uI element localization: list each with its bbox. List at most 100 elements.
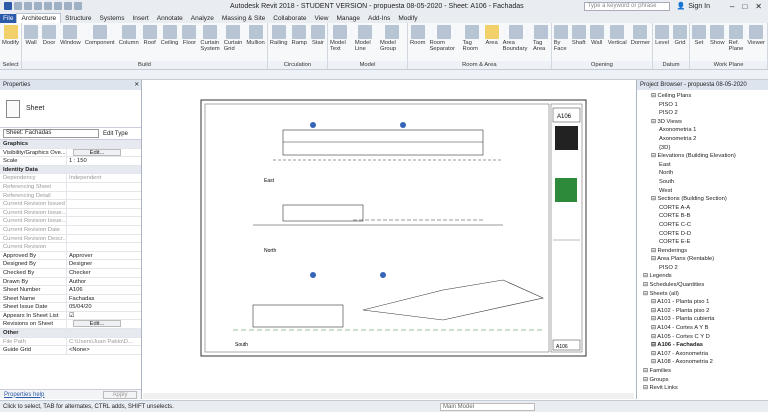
tree-item[interactable]: PISO 2 <box>637 264 768 273</box>
tree-item[interactable]: ⊟ Groups <box>637 376 768 385</box>
build-ceiling-button[interactable]: Ceiling <box>159 23 181 61</box>
active-model-select[interactable]: Main Model <box>440 403 535 411</box>
room-room-button[interactable]: Room <box>408 23 427 61</box>
tree-item[interactable]: ⊟ A104 - Cortes A Y B <box>637 324 768 333</box>
tab-collaborate[interactable]: Collaborate <box>269 14 310 23</box>
opening-shaft-button[interactable]: Shaft <box>570 23 588 61</box>
tree-item[interactable]: ⊟ Renderings <box>637 247 768 256</box>
datum-grid-button[interactable]: Grid <box>671 23 689 61</box>
build-wall-button[interactable]: Wall <box>22 23 40 61</box>
workplane-show-button[interactable]: Show <box>708 23 727 61</box>
user-icon[interactable]: 👤 <box>676 2 685 10</box>
tree-item[interactable]: ⊟ 3D Views <box>637 118 768 127</box>
close-button[interactable]: ✕ <box>755 2 762 11</box>
tab-file[interactable]: File <box>0 14 17 23</box>
tree-item[interactable]: ⊟ Revit Links <box>637 384 768 393</box>
tab-insert[interactable]: Insert <box>128 14 152 23</box>
room-area-button[interactable]: Area <box>483 23 501 61</box>
tree-item[interactable]: ⊟ A103 - Planta cubierta <box>637 315 768 324</box>
property-section[interactable]: Identity Data <box>0 165 141 175</box>
tree-item[interactable]: ⊟ A101 - Planta piso 1 <box>637 298 768 307</box>
redo-icon[interactable] <box>44 2 52 10</box>
sign-in-link[interactable]: Sign In <box>688 3 710 10</box>
build-component-button[interactable]: Component <box>83 23 117 61</box>
tree-item[interactable]: ⊟ A102 - Planta piso 2 <box>637 307 768 316</box>
view-title-north[interactable]: North <box>264 248 276 254</box>
tree-item[interactable]: CORTE D-D <box>637 230 768 239</box>
3d-view-icon[interactable] <box>74 2 82 10</box>
room-area-boundary-button[interactable]: Area Boundary <box>501 23 531 61</box>
tree-item[interactable]: CORTE B-B <box>637 212 768 221</box>
tab-view[interactable]: View <box>311 14 333 23</box>
build-window-button[interactable]: Window <box>58 23 83 61</box>
room-tag-area-button[interactable]: Tag Area <box>531 23 551 61</box>
property-value[interactable]: Author <box>67 278 141 286</box>
tree-item[interactable]: ⊟ Ceiling Plans <box>637 92 768 101</box>
edit-type-button[interactable]: Edit Type <box>103 131 128 137</box>
opening-vertical-button[interactable]: Vertical <box>606 23 629 61</box>
tree-item[interactable]: CORTE C-C <box>637 221 768 230</box>
build-curtain-grid-button[interactable]: Curtain Grid <box>222 23 245 61</box>
tree-item[interactable]: {3D} <box>637 144 768 153</box>
print-icon[interactable] <box>54 2 62 10</box>
tab-systems[interactable]: Systems <box>96 14 129 23</box>
model-model-text-button[interactable]: Model Text <box>328 23 353 61</box>
property-value[interactable] <box>67 209 141 217</box>
tab-add-ins[interactable]: Add-Ins <box>364 14 394 23</box>
property-section[interactable]: Graphics <box>0 140 141 149</box>
circulation-ramp-button[interactable]: Ramp <box>290 23 309 61</box>
property-value[interactable] <box>67 192 141 200</box>
open-icon[interactable] <box>14 2 22 10</box>
property-value[interactable]: Approver <box>67 252 141 260</box>
tab-annotate[interactable]: Annotate <box>153 14 187 23</box>
property-value[interactable]: C:\Users\Juan Pablo\D... <box>67 338 141 346</box>
circulation-stair-button[interactable]: Stair <box>309 23 327 61</box>
tab-massing-site[interactable]: Massing & Site <box>218 14 269 23</box>
tab-manage[interactable]: Manage <box>332 14 364 23</box>
model-model-line-button[interactable]: Model Line <box>353 23 378 61</box>
tree-item[interactable]: East <box>637 161 768 170</box>
property-value[interactable] <box>67 217 141 225</box>
view-title-east[interactable]: East <box>264 178 275 184</box>
workplane-set-button[interactable]: Set <box>690 23 708 61</box>
close-icon[interactable]: ✕ <box>134 80 141 90</box>
type-selector[interactable]: Sheet <box>0 90 141 128</box>
opening-dormer-button[interactable]: Dormer <box>629 23 652 61</box>
build-floor-button[interactable]: Floor <box>180 23 198 61</box>
property-value[interactable]: <None> <box>67 346 141 354</box>
save-icon[interactable] <box>24 2 32 10</box>
room-room-separator-button[interactable]: Room Separator <box>427 23 460 61</box>
undo-icon[interactable] <box>34 2 42 10</box>
property-section[interactable]: Other <box>0 329 141 338</box>
tree-item[interactable]: ⊟ Families <box>637 367 768 376</box>
build-door-button[interactable]: Door <box>40 23 58 61</box>
tree-item[interactable]: ⊟ Sheets (all) <box>637 290 768 299</box>
property-value[interactable]: ☑ <box>67 312 141 320</box>
build-column-button[interactable]: Column <box>117 23 141 61</box>
property-value[interactable] <box>67 243 141 251</box>
property-value[interactable]: Edit... <box>67 320 141 328</box>
property-value[interactable]: Fachadas <box>67 295 141 303</box>
tree-item[interactable]: West <box>637 187 768 196</box>
workplane-viewer-button[interactable]: Viewer <box>745 23 767 61</box>
property-value[interactable] <box>67 183 141 191</box>
property-value[interactable]: 1 : 150 <box>67 157 141 165</box>
instance-filter-select[interactable]: Sheet: Fachadas <box>3 129 99 138</box>
property-value[interactable]: Edit... <box>67 148 141 157</box>
property-value[interactable] <box>67 200 141 208</box>
tree-item[interactable]: PISO 2 <box>637 109 768 118</box>
opening-by-face-button[interactable]: By Face <box>552 23 570 61</box>
property-value[interactable]: Designer <box>67 260 141 268</box>
workplane-ref-plane-button[interactable]: Ref. Plane <box>727 23 746 61</box>
edit-button[interactable]: Edit... <box>73 320 121 328</box>
tree-item[interactable]: North <box>637 169 768 178</box>
edit-button[interactable]: Edit... <box>73 148 121 156</box>
horizontal-scrollbar[interactable] <box>143 393 634 399</box>
property-value[interactable] <box>67 235 141 243</box>
select-modify-button[interactable]: Modify <box>0 23 21 61</box>
build-mullion-button[interactable]: Mullion <box>244 23 266 61</box>
tree-item[interactable]: CORTE A-A <box>637 204 768 213</box>
properties-help-link[interactable]: Properties help <box>4 392 44 398</box>
opening-wall-button[interactable]: Wall <box>588 23 606 61</box>
tab-analyze[interactable]: Analyze <box>187 14 218 23</box>
